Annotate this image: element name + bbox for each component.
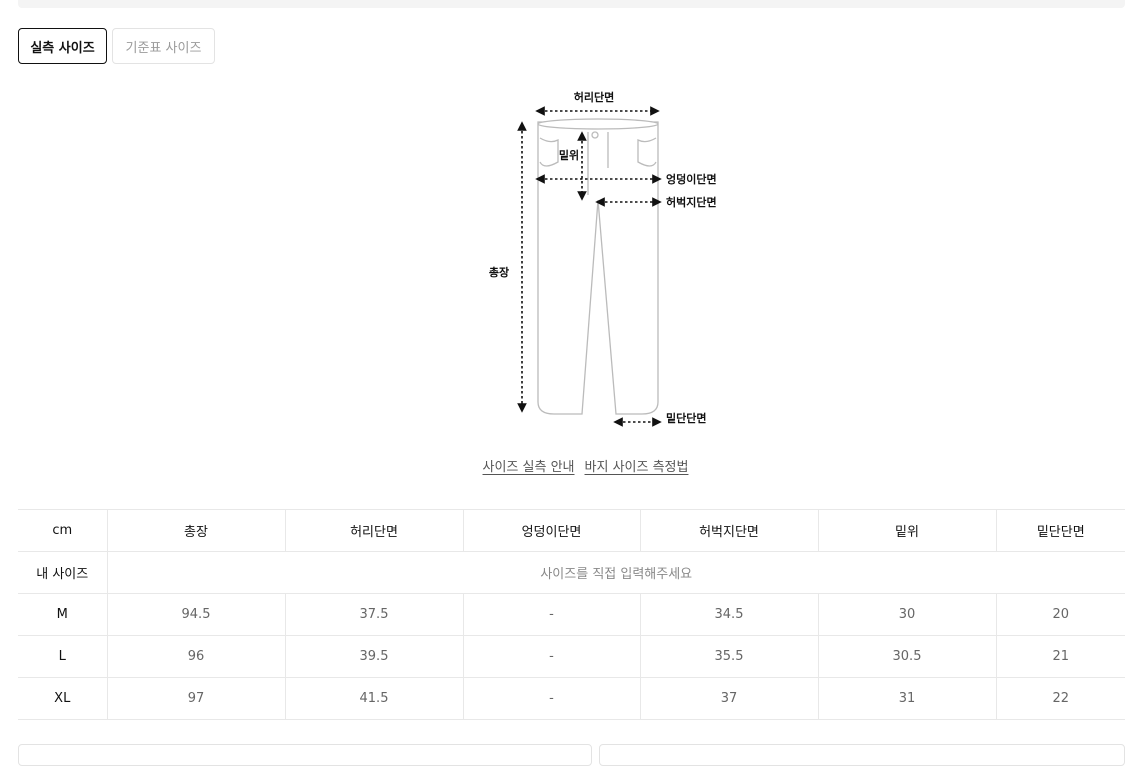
- table-cell: 22: [995, 677, 1125, 720]
- header-length: 총장: [106, 509, 285, 552]
- table-row: M 94.5 37.5 - 34.5 30 20: [18, 593, 1125, 636]
- size-label: XL: [18, 677, 107, 720]
- table-cell: 37.5: [284, 593, 463, 636]
- label-thigh: 허벅지단면: [666, 195, 717, 209]
- my-size-input-hint[interactable]: 사이즈를 직접 입력해주세요: [106, 551, 1125, 594]
- size-label: L: [18, 635, 107, 678]
- tab-actual-size[interactable]: 실측 사이즈: [18, 28, 107, 64]
- size-tabs: 실측 사이즈 기준표 사이즈: [18, 28, 215, 64]
- label-rise: 밑위: [559, 149, 579, 162]
- size-guide-link[interactable]: 사이즈 실측 안내: [483, 456, 575, 478]
- table-cell: 96: [106, 635, 285, 678]
- table-row: L 96 39.5 - 35.5 30.5 21: [18, 635, 1125, 678]
- table-cell: 41.5: [284, 677, 463, 720]
- top-strip: [18, 0, 1125, 8]
- pants-illustration: 허리단면 밑위 엉덩이단면 허벅지단면 총장 밑단단면: [489, 90, 717, 427]
- my-size-label: 내 사이즈: [18, 551, 107, 594]
- table-cell: 30.5: [817, 635, 996, 678]
- header-unit: cm: [18, 509, 107, 552]
- pants-outline: [537, 118, 659, 415]
- table-cell: 31: [817, 677, 996, 720]
- header-thigh: 허벅지단면: [639, 509, 818, 552]
- table-cell: 35.5: [639, 635, 818, 678]
- pants-measurement-diagram: 허리단면 밑위 엉덩이단면 허벅지단면 총장 밑단단면: [470, 80, 750, 440]
- tab-standard-size[interactable]: 기준표 사이즈: [112, 28, 215, 64]
- table-cell: 20: [995, 593, 1125, 636]
- label-hem: 밑단단면: [666, 411, 706, 425]
- header-hem: 밑단단면: [995, 509, 1125, 552]
- table-cell: 97: [106, 677, 285, 720]
- header-hip: 엉덩이단면: [462, 509, 640, 552]
- bottom-panel-left: [18, 744, 592, 766]
- table-cell: 34.5: [639, 593, 818, 636]
- size-table: cm 총장 허리단면 엉덩이단면 허벅지단면 밑위 밑단단면 내 사이즈 사이즈…: [18, 509, 1125, 720]
- table-cell: 37: [639, 677, 818, 720]
- table-cell: 21: [995, 635, 1125, 678]
- table-cell: -: [462, 635, 640, 678]
- table-cell: 94.5: [106, 593, 285, 636]
- table-cell: 39.5: [284, 635, 463, 678]
- bottom-panel-right: [599, 744, 1125, 766]
- table-row: XL 97 41.5 - 37 31 22: [18, 677, 1125, 720]
- table-cell: -: [462, 677, 640, 720]
- header-rise: 밑위: [817, 509, 996, 552]
- label-waist: 허리단면: [574, 90, 614, 104]
- table-cell: -: [462, 593, 640, 636]
- size-label: M: [18, 593, 107, 636]
- table-cell: 30: [817, 593, 996, 636]
- label-length: 총장: [489, 265, 509, 279]
- pants-measure-link[interactable]: 바지 사이즈 측정법: [585, 456, 689, 478]
- label-hip: 엉덩이단면: [666, 172, 717, 186]
- header-waist: 허리단면: [284, 509, 463, 552]
- table-header-row: cm 총장 허리단면 엉덩이단면 허벅지단면 밑위 밑단단면: [18, 509, 1125, 552]
- guide-links: 사이즈 실측 안내 바지 사이즈 측정법: [0, 456, 1125, 478]
- my-size-row[interactable]: 내 사이즈 사이즈를 직접 입력해주세요: [18, 551, 1125, 594]
